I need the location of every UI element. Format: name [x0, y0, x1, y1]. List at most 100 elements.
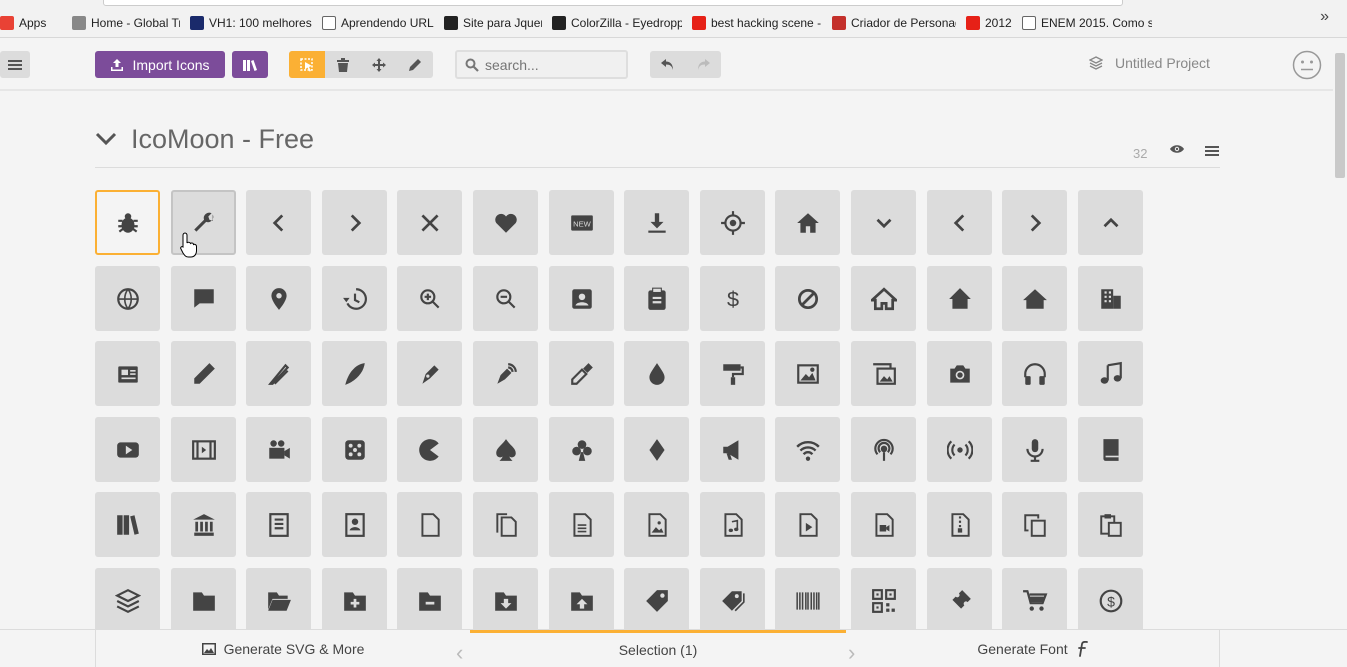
icon-tile-globe[interactable]: [95, 266, 160, 331]
icon-tile-file-text-2[interactable]: [549, 492, 614, 557]
main-menu-button[interactable]: [0, 51, 30, 78]
icon-tile-qrcode[interactable]: [851, 568, 916, 633]
icon-tile-chevron-right[interactable]: [1002, 190, 1067, 255]
icon-tile-price-tag[interactable]: [624, 568, 689, 633]
undo-button[interactable]: [650, 51, 685, 78]
icon-tile-file-play[interactable]: [775, 492, 840, 557]
bookmark-item[interactable]: Home - Global Trend: [62, 8, 180, 38]
icon-tile-chevron-down[interactable]: [851, 190, 916, 255]
set-menu-hamburger-icon[interactable]: [1205, 145, 1219, 157]
bookmark-item[interactable]: best hacking scene -: [682, 8, 822, 38]
icon-tile-home[interactable]: [775, 190, 840, 255]
project-selector[interactable]: Untitled Project: [1089, 55, 1210, 71]
icon-tile-contact-card[interactable]: [549, 266, 614, 331]
icon-tile-file-music[interactable]: [700, 492, 765, 557]
eye-icon[interactable]: [1170, 144, 1184, 154]
icon-tile-home-3[interactable]: [927, 266, 992, 331]
icon-tile-price-tags[interactable]: [700, 568, 765, 633]
icon-tile-location-pin[interactable]: [246, 266, 311, 331]
icon-tile-feed[interactable]: [927, 417, 992, 482]
bookmark-item[interactable]: Apps: [0, 8, 62, 38]
icon-tile-coin-dollar[interactable]: $: [1078, 568, 1143, 633]
icon-tile-history[interactable]: [322, 266, 387, 331]
icon-tile-home-4[interactable]: [1002, 266, 1067, 331]
library-button[interactable]: [232, 51, 268, 78]
icon-tile-wifi[interactable]: [775, 417, 840, 482]
icon-tile-paint-roller[interactable]: [700, 341, 765, 406]
icon-tile-pencil[interactable]: [171, 341, 236, 406]
icon-tile-files-empty[interactable]: [473, 492, 538, 557]
page-scrollbar[interactable]: [1333, 38, 1347, 628]
icon-tile-feather[interactable]: [322, 341, 387, 406]
bookmark-item[interactable]: Site para Jquery: [434, 8, 542, 38]
icon-tile-music[interactable]: [1078, 341, 1143, 406]
icon-tile-dice[interactable]: [322, 417, 387, 482]
icon-tile-close[interactable]: [397, 190, 462, 255]
icon-tile-folder-download[interactable]: [473, 568, 538, 633]
icon-tile-zoom-out[interactable]: [473, 266, 538, 331]
icon-tile-file-video[interactable]: [851, 492, 916, 557]
bookmark-item[interactable]: Criador de Personage: [822, 8, 956, 38]
icon-tile-chevron-right[interactable]: [322, 190, 387, 255]
icon-tile-mic[interactable]: [1002, 417, 1067, 482]
icon-tile-headphones[interactable]: [1002, 341, 1067, 406]
icon-tile-folder-plus[interactable]: [322, 568, 387, 633]
icon-tile-heart[interactable]: [473, 190, 538, 255]
icon-tile-books[interactable]: [95, 492, 160, 557]
icon-tile-pacman[interactable]: [397, 417, 462, 482]
icon-tile-cart[interactable]: [1002, 568, 1067, 633]
icon-tile-block[interactable]: [775, 266, 840, 331]
icon-tile-newspaper[interactable]: [95, 341, 160, 406]
import-icons-button[interactable]: Import Icons: [95, 51, 225, 78]
icon-tile-new-badge[interactable]: NEW: [549, 190, 614, 255]
icon-tile-file-empty[interactable]: [397, 492, 462, 557]
icon-tile-chevron-left[interactable]: [246, 190, 311, 255]
bookmark-item[interactable]: ENEM 2015. Como se: [1012, 8, 1152, 38]
bookmark-item[interactable]: VH1: 100 melhores m: [180, 8, 312, 38]
icon-tile-camera[interactable]: [927, 341, 992, 406]
icon-tile-spades[interactable]: [473, 417, 538, 482]
icon-tile-images[interactable]: [851, 341, 916, 406]
icon-tile-office[interactable]: [1078, 266, 1143, 331]
icon-tile-diamonds[interactable]: [624, 417, 689, 482]
icon-tile-dollar[interactable]: $: [700, 266, 765, 331]
selection-tab[interactable]: Selection (1): [470, 630, 846, 667]
generate-font-tab[interactable]: Generate Font: [846, 630, 1220, 667]
generate-svg-tab[interactable]: Generate SVG & More: [95, 630, 470, 667]
icon-tile-quill-pens[interactable]: [246, 341, 311, 406]
icon-tile-chevron-left[interactable]: [927, 190, 992, 255]
icon-tile-copy[interactable]: [1002, 492, 1067, 557]
edit-tool-button[interactable]: [397, 51, 433, 78]
icon-tile-eyedropper[interactable]: [549, 341, 614, 406]
icon-tile-barcode[interactable]: [775, 568, 840, 633]
icon-tile-droplet[interactable]: [624, 341, 689, 406]
icon-tile-file-text[interactable]: [246, 492, 311, 557]
icon-tile-play[interactable]: [95, 417, 160, 482]
icon-tile-profile[interactable]: [322, 492, 387, 557]
icon-tile-file-picture[interactable]: [624, 492, 689, 557]
user-account-button[interactable]: [1292, 50, 1322, 85]
icon-tile-target[interactable]: [700, 190, 765, 255]
delete-tool-button[interactable]: [325, 51, 361, 78]
icon-tile-folder-open[interactable]: [246, 568, 311, 633]
icon-tile-podcast[interactable]: [851, 417, 916, 482]
search-input[interactable]: [485, 56, 615, 73]
icon-tile-blog[interactable]: [473, 341, 538, 406]
icon-tile-book[interactable]: [1078, 417, 1143, 482]
icon-tile-library[interactable]: [171, 492, 236, 557]
icon-tile-clubs[interactable]: [549, 417, 614, 482]
address-bar[interactable]: [103, 0, 1123, 6]
scrollbar-thumb[interactable]: [1335, 53, 1345, 178]
icon-tile-folder-upload[interactable]: [549, 568, 614, 633]
icon-tile-folder-minus[interactable]: [397, 568, 462, 633]
icon-tile-paste[interactable]: [1078, 492, 1143, 557]
icon-tile-zoom-in[interactable]: [397, 266, 462, 331]
move-tool-button[interactable]: [361, 51, 397, 78]
collapse-chevron-icon[interactable]: [95, 132, 117, 146]
bookmarks-overflow-icon[interactable]: »: [1320, 8, 1329, 26]
redo-button[interactable]: [685, 51, 720, 78]
icon-tile-home-2[interactable]: [851, 266, 916, 331]
icon-tile-file-zip[interactable]: [927, 492, 992, 557]
icon-tile-video-camera[interactable]: [246, 417, 311, 482]
icon-tile-download[interactable]: [624, 190, 689, 255]
